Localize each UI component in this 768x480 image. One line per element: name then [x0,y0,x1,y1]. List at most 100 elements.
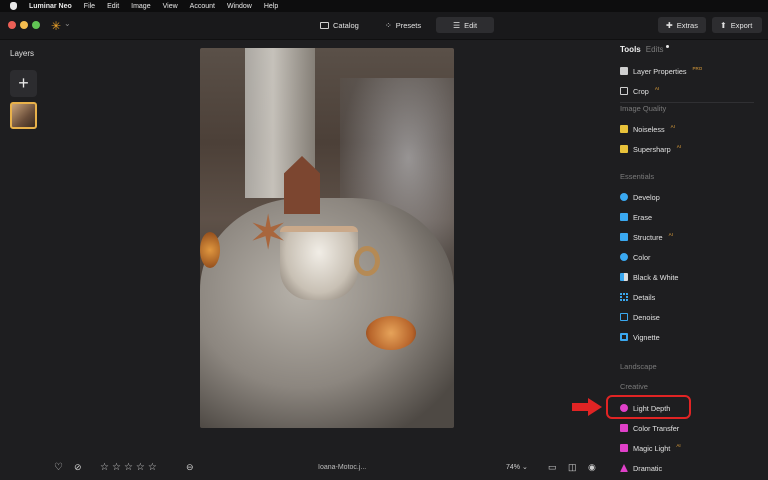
section-creative: Creative [620,382,648,391]
tool-develop[interactable]: Develop [620,190,660,204]
supersharp-icon [620,145,628,153]
photo-canvas[interactable]: ✶ [200,48,454,428]
red-arrow-icon [572,398,602,416]
extras-label: Extras [676,20,698,30]
tool-label: Details [633,292,656,302]
magic-light-icon [620,444,628,452]
tool-crop[interactable]: Crop AI [620,84,659,98]
plus-icon: ✚ [666,20,673,30]
divider [620,102,754,103]
section-essentials: Essentials [620,172,655,181]
extras-button[interactable]: ✚ Extras [658,17,706,33]
close-window-button[interactable] [8,21,16,29]
ai-badge: AI [654,86,660,91]
tool-color[interactable]: Color [620,250,650,264]
menu-file[interactable]: File [84,3,95,10]
pro-badge: PRO [692,66,703,71]
tool-label: Dramatic [633,463,663,473]
zoom-window-button[interactable] [32,21,40,29]
tool-details[interactable]: Details [620,290,655,304]
compare-icon[interactable]: ▭ [548,461,557,474]
rating-stars: ☆ ☆ ☆ ☆ ☆ [100,461,157,474]
tool-label: Black & White [633,272,679,282]
luminar-logo-icon[interactable]: ✳ [48,18,64,34]
export-button[interactable]: ⬆ Export [712,17,762,33]
denoise-icon [620,313,628,321]
layers-panel: Layers + [0,40,48,480]
tab-presets-label: Presets [395,20,422,30]
tab-catalog[interactable]: Catalog [310,17,369,33]
tab-edit-label: Edit [464,20,478,30]
menu-edit[interactable]: Edit [107,3,119,10]
star-icon[interactable]: ☆ [136,461,145,474]
reject-icon[interactable]: ⊘ [74,461,82,474]
star-icon[interactable]: ☆ [100,461,109,474]
tab-edit[interactable]: ☰ Edit [436,17,494,33]
tool-label: Magic Light [633,443,671,453]
chevron-down-icon[interactable]: ⌄ [64,19,71,28]
apple-icon[interactable] [10,2,17,10]
layer-thumbnail[interactable] [10,102,37,129]
ai-badge: AI [668,232,673,237]
tool-black-white[interactable]: Black & White [620,270,678,284]
sun-icon [620,193,628,201]
tab-presets[interactable]: ⁘ Presets [375,17,431,33]
tab-edits[interactable]: Edits [646,45,669,54]
tab-catalog-label: Catalog [333,20,359,30]
section-landscape[interactable]: Landscape [620,362,657,371]
minimize-window-button[interactable] [20,21,28,29]
top-toolbar: ✳ ⌄ Catalog ⁘ Presets ☰ Edit ✚ Extras ⬆ … [0,12,768,40]
tool-label: Structure [633,232,663,242]
star-icon[interactable]: ☆ [148,461,157,474]
eye-icon[interactable]: ◉ [588,461,596,474]
color-transfer-icon [620,424,628,432]
color-icon [620,253,628,261]
details-icon [620,293,628,301]
heart-icon[interactable]: ♡ [54,461,63,474]
tool-label: Noiseless [633,124,665,134]
tool-layer-properties[interactable]: Layer Properties PRO [620,64,702,78]
zoom-select[interactable]: 74% ⌄ [506,461,528,474]
tool-vignette[interactable]: Vignette [620,330,660,344]
tool-label: Color [633,252,651,262]
tab-tools[interactable]: Tools [620,45,641,54]
layers-icon [620,67,628,75]
minus-circle-icon[interactable]: ⊖ [186,461,194,474]
tool-supersharp[interactable]: Supersharp AI [620,142,681,156]
presets-icon: ⁘ [385,20,392,30]
tool-magic-light[interactable]: Magic Light AI [620,441,681,455]
star-icon[interactable]: ☆ [124,461,133,474]
tool-label: Layer Properties [633,66,687,76]
split-view-icon[interactable]: ◫ [568,461,577,474]
file-name: Ioana-Motoc.j... [318,464,367,471]
tool-dramatic[interactable]: Dramatic [620,461,662,475]
black-white-icon [620,273,628,281]
tool-color-transfer[interactable]: Color Transfer [620,421,679,435]
tool-label: Vignette [633,332,660,342]
menu-help[interactable]: Help [264,3,278,10]
star-icon[interactable]: ☆ [112,461,121,474]
panel-tabs: Tools Edits [620,45,669,54]
tool-structure[interactable]: Structure AI [620,230,673,244]
structure-icon [620,233,628,241]
menu-app[interactable]: Luminar Neo [29,3,72,10]
tool-denoise[interactable]: Denoise [620,310,660,324]
photo-orange-slice [200,232,220,268]
photo-star-cookie: ✶ [248,207,289,260]
tool-label: Erase [633,212,653,222]
tool-erase[interactable]: Erase [620,210,652,224]
tool-label: Develop [633,192,660,202]
eraser-icon [620,213,628,221]
menu-window[interactable]: Window [227,3,252,10]
add-layer-button[interactable]: + [10,70,37,97]
bottom-bar: ♡ ⊘ ☆ ☆ ☆ ☆ ☆ ⊖ Ioana-Motoc.j... 74% ⌄ ▭… [48,458,608,478]
menu-view[interactable]: View [163,3,178,10]
zoom-value: 74% [506,464,521,471]
tool-noiseless[interactable]: Noiseless AI [620,122,675,136]
folder-icon [320,21,329,29]
export-label: Export [730,20,753,30]
chevron-down-icon: ⌄ [521,464,528,471]
menu-image[interactable]: Image [131,3,150,10]
noiseless-icon [620,125,628,133]
menu-account[interactable]: Account [190,3,215,10]
